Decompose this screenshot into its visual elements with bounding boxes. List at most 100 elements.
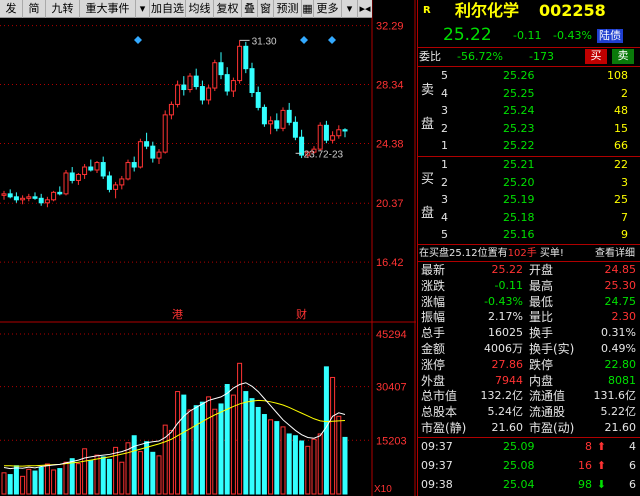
toolbar-jian-button[interactable]: 简 — [23, 0, 46, 18]
price-axis-label: 32.29 — [376, 21, 404, 33]
candle-body — [38, 197, 44, 204]
candle-body — [125, 162, 131, 180]
sell-button[interactable]: 卖 — [612, 49, 634, 64]
candle-body — [224, 74, 230, 92]
overlay-button[interactable]: 叠 — [242, 0, 258, 18]
price-change-pct: -0.43% — [553, 29, 592, 42]
buy-volume: 7 — [621, 210, 628, 224]
hk-marker: 港 — [172, 308, 183, 321]
ma-button[interactable]: 均线 — [186, 0, 214, 18]
candle-body — [336, 129, 342, 137]
buy-price: 25.20 — [503, 175, 535, 189]
volume-bar — [57, 468, 63, 495]
candle-body — [106, 175, 112, 190]
stat-label: 市盈(静) — [421, 421, 467, 435]
candle-body — [280, 109, 286, 129]
event-diamond-icon — [134, 36, 142, 44]
buy-volume: 22 — [614, 158, 628, 171]
stat-label: 总股本 — [421, 405, 458, 420]
volume-bar — [323, 366, 329, 495]
volume-bar — [317, 433, 323, 495]
candle-body — [113, 184, 119, 190]
adjust-button[interactable]: 复权 — [214, 0, 242, 18]
stat-value: 22.80 — [604, 357, 637, 371]
sell-price: 25.24 — [503, 104, 535, 117]
volume-bar — [206, 396, 212, 495]
volume-bar — [106, 458, 112, 495]
sell-volume: 48 — [614, 104, 628, 117]
candle-body — [94, 162, 100, 171]
volume-bar — [32, 470, 38, 495]
bond-tag[interactable]: 陆债 — [597, 29, 623, 43]
volume-bar — [274, 421, 280, 495]
volume-axis-label: 30407 — [376, 382, 407, 394]
tick-volume: 98 — [578, 478, 592, 491]
stat-value: 131.6亿 — [593, 389, 637, 403]
volume-bar — [305, 445, 311, 495]
volume-bar — [94, 454, 100, 495]
arrow-up-icon: ⬆ — [596, 440, 606, 453]
candle-body — [175, 84, 181, 105]
more-dropdown-icon[interactable]: ▾ — [342, 0, 358, 18]
forecast-button[interactable]: 预测 — [274, 0, 302, 18]
volume-bar — [299, 440, 305, 495]
price-axis-label: 28.34 — [376, 79, 404, 91]
stat-label: 涨停 — [421, 357, 446, 372]
stat-value: 2.17% — [488, 310, 523, 324]
kline-chart-area[interactable]: 32.29 28.34 24.38 20.37 16.42 31.30 23.72-23 港 财… — [0, 0, 416, 496]
volume-bar — [181, 394, 187, 495]
volume-bar — [224, 384, 230, 495]
collapse-icon[interactable]: ▸◂ — [358, 0, 372, 18]
window-button[interactable]: 窗 — [258, 0, 274, 18]
buy-volume: 25 — [614, 193, 628, 206]
volume-bar — [230, 394, 236, 495]
volume-bar — [249, 398, 255, 495]
add-favorite-button[interactable]: 加自选 — [150, 0, 186, 18]
candle-body — [274, 120, 280, 129]
stat-label: 最新 — [421, 263, 446, 277]
tick-volume: 16 — [578, 459, 592, 472]
buy-button[interactable]: 买 — [585, 49, 607, 64]
buy-side-label-1: 买 — [421, 172, 435, 187]
toolbar-jiuzhuan-button[interactable]: 九转 — [46, 0, 80, 18]
candle-body — [57, 191, 63, 195]
volume-bar — [292, 435, 298, 495]
volume-bar — [7, 474, 13, 495]
view-detail-link[interactable]: 查看详细 — [595, 247, 635, 261]
candle-body — [206, 87, 212, 101]
weibi-pct: -56.72% — [457, 50, 503, 63]
volume-bar — [286, 433, 292, 495]
candle-body — [150, 145, 156, 159]
stat-value: 0.49% — [601, 342, 636, 355]
candle-body — [230, 80, 236, 92]
candle-body — [156, 151, 162, 159]
stat-label: 内盘 — [529, 373, 554, 388]
volume-bar — [1, 472, 7, 495]
candle-body — [162, 114, 168, 153]
kline-svg[interactable]: 32.29 28.34 24.38 20.37 16.42 31.30 23.72-23 港 财… — [0, 0, 416, 496]
stat-label: 振幅 — [421, 310, 446, 325]
stat-value: 24.85 — [604, 263, 637, 276]
sell-level: 1 — [441, 139, 448, 152]
buy-level: 2 — [441, 175, 448, 189]
stock-name: 利尔化学 — [455, 1, 520, 20]
stat-label: 总市值 — [421, 389, 458, 404]
candle-body — [88, 166, 94, 171]
volume-axis-label: 45294 — [376, 329, 407, 341]
price-axis-label: 16.42 — [376, 257, 404, 269]
toolbar-events-button[interactable]: 重大事件 — [80, 0, 136, 18]
stat-value: -0.11 — [494, 278, 523, 292]
volume-bar — [38, 467, 44, 495]
sell-side-label-2: 盘 — [421, 117, 435, 132]
volume-bar — [13, 465, 19, 495]
buy-volume: 9 — [621, 228, 628, 241]
more-button[interactable]: 更多 — [314, 0, 342, 18]
stat-label: 涨幅 — [421, 294, 446, 309]
candle-body — [249, 68, 255, 94]
tick-time: 09:38 — [421, 478, 453, 491]
grid-icon[interactable]: ▦ — [302, 0, 314, 18]
events-dropdown-icon[interactable]: ▾ — [136, 0, 150, 18]
toolbar-fa-button[interactable]: 发 — [0, 0, 23, 18]
candle-body — [75, 173, 81, 181]
volume-bar — [88, 459, 94, 495]
